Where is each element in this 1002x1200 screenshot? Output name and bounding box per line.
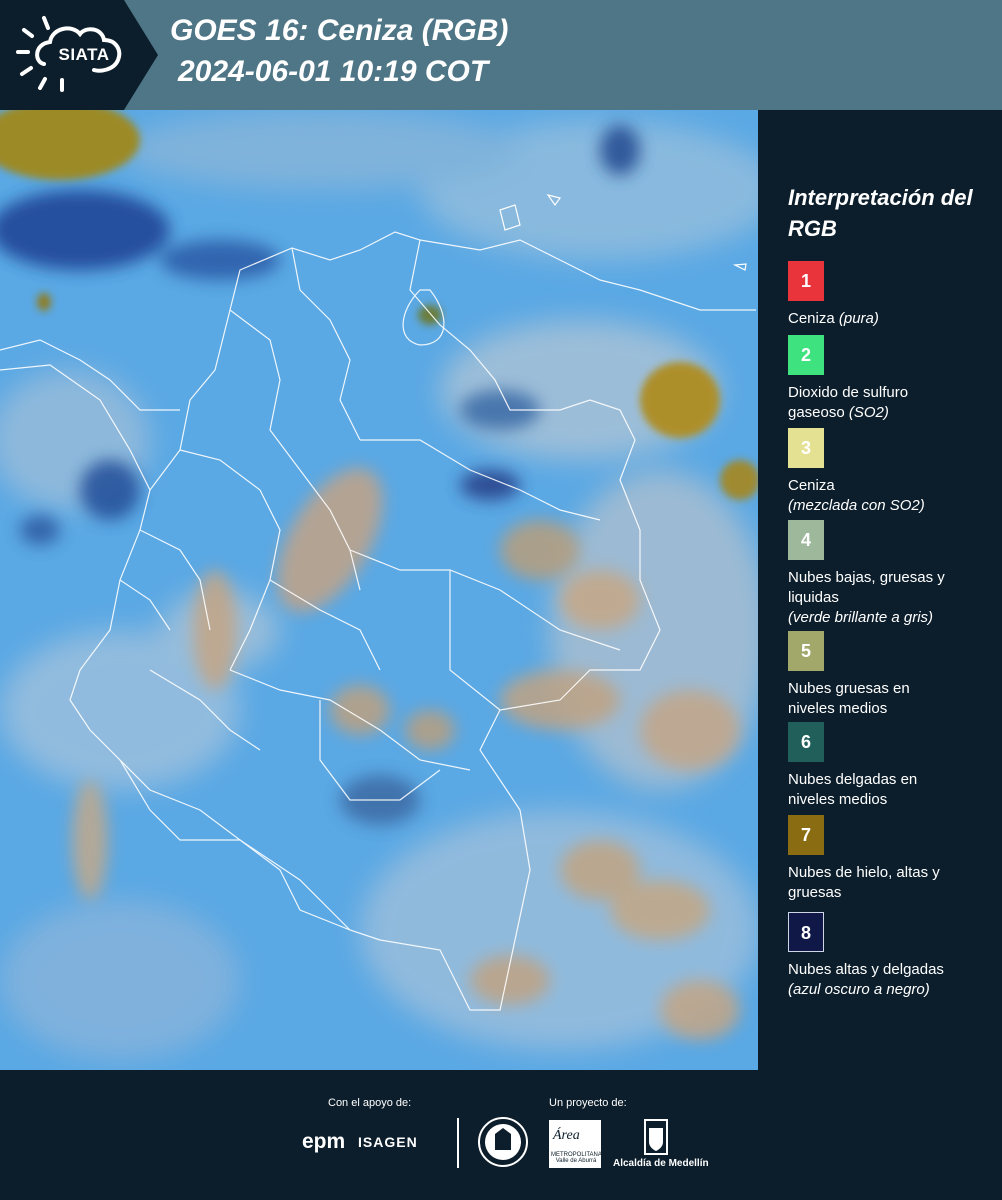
legend-swatch: 2 (788, 335, 824, 375)
legend-item-note: (mezclada con SO2) (788, 497, 925, 514)
page-title: GOES 16: Ceniza (RGB) (170, 14, 509, 47)
header-bar: SIATA GOES 16: Ceniza (RGB) 2024-06-01 1… (0, 0, 1002, 110)
legend-item-note: (azul oscuro a negro) (788, 981, 930, 998)
legend-item-5: 5 Nubes gruesas en niveles medios (788, 631, 998, 719)
legend-item-text: Nubes de hielo, altas y gruesas (788, 864, 940, 901)
area-logo-text: Área (553, 1128, 580, 1143)
legend-swatch: 7 (788, 815, 824, 855)
satellite-map (0, 110, 758, 1070)
legend-item-1: 1 Ceniza (pura) (788, 261, 998, 329)
medellin-shield-icon (644, 1119, 668, 1155)
project-label: Un proyecto de: (549, 1097, 627, 1109)
legend-title: Interpretación del RGB (788, 185, 973, 241)
satellite-rgb-image (0, 110, 758, 1070)
logo-text: SIATA (58, 45, 110, 64)
legend-item-text: Ceniza (788, 477, 835, 494)
legend-item-text: Nubes altas y delgadas (788, 961, 944, 978)
area-logo-subtext: METROPOLITANA Valle de Aburrá (551, 1152, 602, 1164)
rgb-legend-panel: Interpretación del RGB 1 Ceniza (pura) 2… (758, 110, 1002, 1070)
university-seal-icon (478, 1117, 528, 1167)
siata-logo: SIATA (0, 0, 158, 110)
legend-item-text: Nubes delgadas en niveles medios (788, 771, 918, 808)
legend-item-6: 6 Nubes delgadas en niveles medios (788, 722, 998, 810)
legend-item-note: (SO2) (848, 404, 889, 421)
legend-item-text: Nubes gruesas en niveles medios (788, 680, 910, 717)
legend-item-text: Ceniza (788, 310, 835, 327)
image-timestamp: 2024-06-01 10:19 COT (178, 55, 489, 88)
legend-swatch: 8 (788, 912, 824, 952)
isagen-logo: ISAGEN (358, 1134, 418, 1150)
legend-swatch: 6 (788, 722, 824, 762)
legend-item-note: (pura) (838, 310, 879, 327)
legend-item-7: 7 Nubes de hielo, altas y gruesas (788, 815, 998, 903)
legend-swatch: 3 (788, 428, 824, 468)
footer-divider (457, 1118, 459, 1168)
legend-swatch: 1 (788, 261, 824, 301)
epm-logo: epm (302, 1130, 346, 1153)
legend-item-2: 2 Dioxido de sulfuro gaseoso (SO2) (788, 335, 998, 423)
legend-swatch: 5 (788, 631, 824, 671)
legend-item-note: (verde brillante a gris) (788, 609, 934, 626)
legend-item-text: Nubes bajas, gruesas y liquidas (788, 569, 945, 606)
legend-swatch: 4 (788, 520, 824, 560)
medellin-logo-text: Alcaldía de Medellín (613, 1158, 709, 1169)
support-label: Con el apoyo de: (328, 1097, 412, 1109)
legend-item-8: 8 Nubes altas y delgadas (azul oscuro a n… (788, 912, 998, 1000)
legend-item-3: 3 Ceniza (mezclada con SO2) (788, 428, 998, 516)
legend-item-4: 4 Nubes bajas, gruesas y liquidas (verde … (788, 520, 998, 628)
page: SIATA GOES 16: Ceniza (RGB) 2024-06-01 1… (0, 0, 1002, 1200)
footer: Con el apoyo de: Un proyecto de: epm ISA… (0, 1070, 1002, 1200)
